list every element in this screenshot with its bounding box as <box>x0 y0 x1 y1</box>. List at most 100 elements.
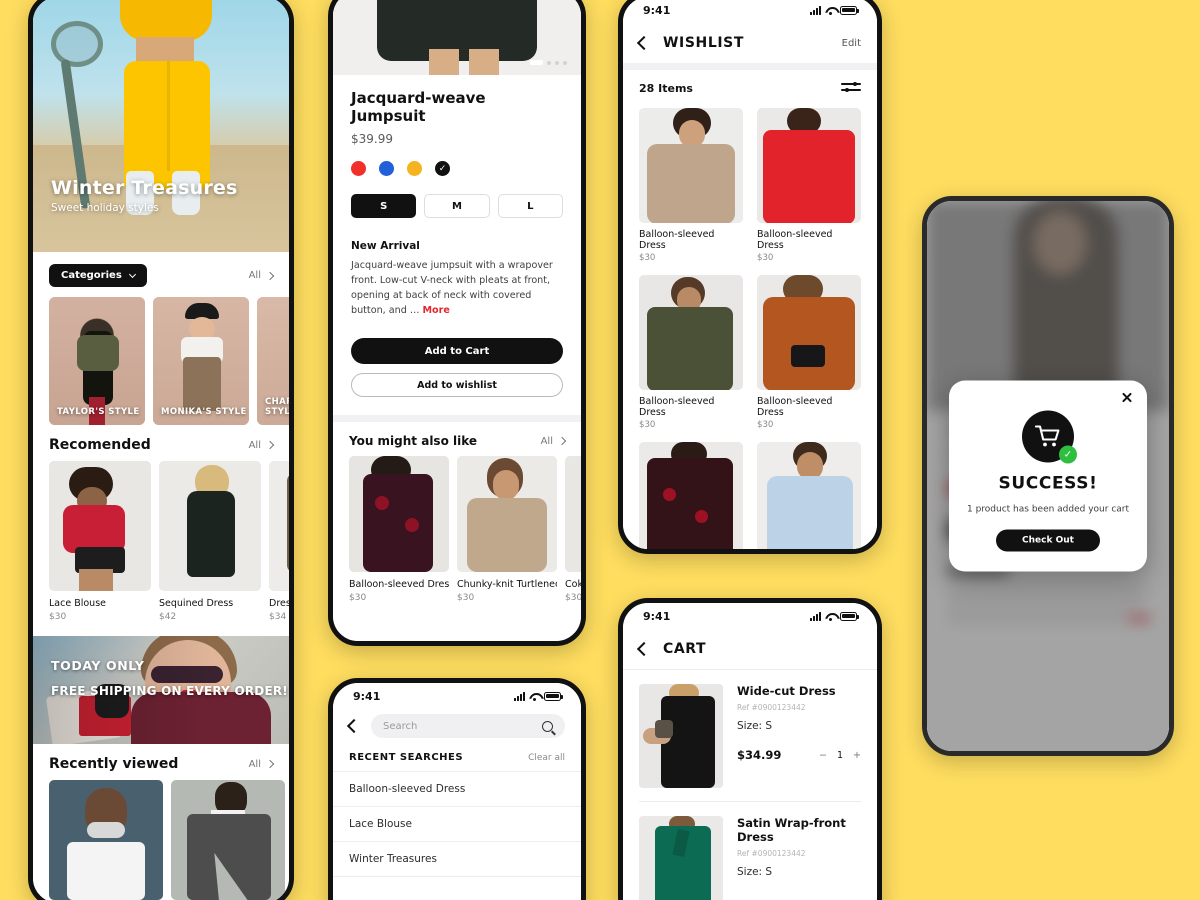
close-icon[interactable] <box>1121 392 1133 404</box>
recent-search-item[interactable]: Balloon-sleeved Dress <box>333 771 581 806</box>
filter-sliders-icon[interactable] <box>841 81 861 95</box>
search-input[interactable]: Search <box>371 714 565 738</box>
color-swatches[interactable] <box>351 161 563 176</box>
recommended-see-all[interactable]: All <box>248 439 275 451</box>
category-carousel[interactable]: TAYLOR'S STYLE MONIKA'S STYLE CHARLOTTE'… <box>33 297 289 425</box>
phone-search-screen: 9:41 Search RECENT SEARCHES Clear all Ba… <box>328 678 586 900</box>
add-to-wishlist-button[interactable]: Add to wishlist <box>351 373 563 398</box>
product-price: $42 <box>159 612 177 622</box>
search-placeholder: Search <box>383 720 418 732</box>
cart-row[interactable]: Wide-cut Dress Ref #0900123442 Size: S $… <box>623 670 877 788</box>
quantity-stepper[interactable]: − 1 + <box>819 750 861 761</box>
product-card[interactable]: Sequined Dress $42 <box>159 461 261 622</box>
color-swatch-yellow[interactable] <box>407 161 422 176</box>
cart-item-size: Size: S <box>737 720 773 732</box>
categories-see-all[interactable]: All <box>249 270 275 281</box>
increase-quantity-button[interactable]: + <box>853 750 861 761</box>
status-bar: 9:41 <box>623 603 877 629</box>
promo-banner[interactable]: TODAY ONLY FREE SHIPPING ON EVERY ORDER! <box>33 636 289 744</box>
cart-item-name: Satin Wrap-front Dress <box>737 816 846 844</box>
recently-viewed-see-all[interactable]: All <box>249 759 275 770</box>
product-name: Coke Sweater <box>565 579 581 591</box>
section-divider <box>623 63 877 70</box>
product-card[interactable]: Coke Sweater $30 <box>565 456 581 603</box>
recommended-all-label: All <box>248 439 261 451</box>
hero-title: Winter Treasures <box>51 177 238 199</box>
wishlist-card[interactable]: Balloon-sleeved Dress $30 <box>639 442 743 549</box>
wishlist-card[interactable]: Balloon-sleeved Dress $30 <box>639 275 743 430</box>
recently-viewed-card[interactable] <box>49 780 163 900</box>
chevron-right-icon <box>265 440 275 450</box>
recent-search-item[interactable]: Lace Blouse <box>333 806 581 841</box>
edit-button[interactable]: Edit <box>842 38 861 49</box>
product-description-text: Jacquard-weave jumpsuit with a wrapover … <box>351 260 553 316</box>
product-card[interactable]: Lace Blouse $30 <box>49 461 151 622</box>
product-price: $30 <box>457 593 475 604</box>
search-bar: Search <box>333 709 581 748</box>
wishlist-card[interactable]: Balloon-sleeved Dress $30 <box>639 108 743 263</box>
product-card[interactable]: Balloon-sleeved Dress $30 <box>349 456 449 603</box>
color-swatch-red[interactable] <box>351 161 366 176</box>
phone-home-screen: Winter Treasures Sweet holiday styles Ca… <box>28 0 294 900</box>
chevron-right-icon <box>557 437 567 446</box>
wishlist-image <box>757 442 861 549</box>
product-price: $30 <box>49 612 67 622</box>
chevron-right-icon <box>265 759 275 769</box>
recently-viewed-image <box>171 780 285 900</box>
product-card[interactable]: Chunky-knit Turtleneck $30 <box>457 456 557 603</box>
category-card-label: CHARLOTTE'S STYLE <box>265 397 289 417</box>
recently-viewed-carousel[interactable] <box>33 780 289 900</box>
product-name: Sequined Dress <box>159 598 234 609</box>
checkout-button[interactable]: Check Out <box>996 529 1100 552</box>
wishlist-price: $30 <box>757 420 774 430</box>
category-card-label: MONIKA'S STYLE <box>161 407 247 417</box>
also-like-all-label: All <box>540 435 553 447</box>
decrease-quantity-button[interactable]: − <box>819 750 827 761</box>
cellular-signal-icon <box>810 5 821 15</box>
category-card[interactable]: MONIKA'S STYLE <box>153 297 249 425</box>
product-name: Balloon-sleeved Dress <box>349 579 449 591</box>
search-icon[interactable] <box>542 720 553 732</box>
product-image <box>457 456 557 573</box>
color-swatch-blue[interactable] <box>379 161 394 176</box>
read-more-link[interactable]: More <box>423 305 450 316</box>
phone-product-screen: Jacquard-weave Jumpsuit $39.99 S M L New… <box>328 0 586 646</box>
cellular-signal-icon <box>514 691 525 701</box>
promo-line-1: TODAY ONLY <box>51 658 145 673</box>
size-option-l[interactable]: L <box>497 194 563 218</box>
product-card[interactable]: Dress with... $34 <box>269 461 289 622</box>
back-icon[interactable] <box>636 641 652 657</box>
color-swatch-black[interactable] <box>435 161 450 176</box>
cart-item-image <box>639 684 723 788</box>
size-selector[interactable]: S M L <box>351 194 563 218</box>
also-like-see-all[interactable]: All <box>540 435 567 447</box>
product-price: $30 <box>349 593 367 604</box>
clear-all-button[interactable]: Clear all <box>528 753 565 763</box>
product-gallery[interactable] <box>333 0 581 75</box>
wishlist-screen: 9:41 WISHLIST Edit 28 Items Balloon-slee… <box>623 0 877 549</box>
status-time: 9:41 <box>643 3 671 17</box>
wishlist-item-count: 28 Items <box>639 81 693 95</box>
wishlist-card[interactable]: Balloon-sleeved Dress $30 <box>757 275 861 430</box>
size-option-m[interactable]: M <box>424 194 490 218</box>
home-hero-banner[interactable]: Winter Treasures Sweet holiday styles <box>33 0 289 252</box>
battery-icon <box>840 611 859 621</box>
gallery-pagination-dots[interactable] <box>530 60 567 65</box>
product-info: Jacquard-weave Jumpsuit $39.99 S M L New… <box>333 75 581 398</box>
back-icon[interactable] <box>346 718 362 734</box>
category-card[interactable]: CHARLOTTE'S STYLE <box>257 297 289 425</box>
add-to-cart-button[interactable]: Add to Cart <box>351 338 563 365</box>
product-name: Chunky-knit Turtleneck <box>457 579 557 591</box>
recent-search-item[interactable]: Winter Treasures <box>333 841 581 876</box>
categories-button[interactable]: Categories <box>49 264 147 287</box>
product-price: $39.99 <box>351 132 393 146</box>
wishlist-card[interactable]: Balloon-sleeved Dress $30 <box>757 108 861 263</box>
size-option-s[interactable]: S <box>351 194 417 218</box>
recently-viewed-card[interactable] <box>171 780 285 900</box>
category-card[interactable]: TAYLOR'S STYLE <box>49 297 145 425</box>
wishlist-card[interactable]: Balloon-sleeved Dress $30 <box>757 442 861 549</box>
cart-row[interactable]: Satin Wrap-front Dress Ref #0900123442 S… <box>623 802 877 900</box>
also-like-carousel[interactable]: Balloon-sleeved Dress $30 Chunky-knit Tu… <box>333 456 581 603</box>
recommended-carousel[interactable]: Lace Blouse $30 Sequined Dress $42 Dress… <box>33 461 289 622</box>
back-icon[interactable] <box>636 35 652 51</box>
